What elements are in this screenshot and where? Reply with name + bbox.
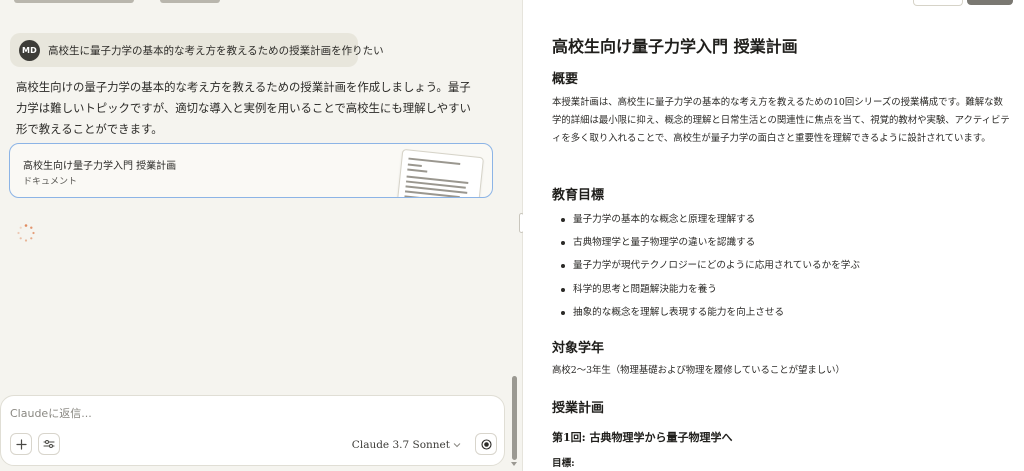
model-selector[interactable]: Claude 3.7 Sonnet — [352, 439, 461, 451]
assistant-message-text: 高校生向けの量子力学の基本的な考え方を教えるための授業計画を作成しましょう。量子… — [16, 80, 471, 136]
artifact-title: 高校生向け量子力学入門 授業計画 — [23, 161, 177, 172]
loading-spinner-icon — [17, 224, 35, 242]
chat-scrollbar[interactable] — [512, 376, 517, 460]
artifact-type-label: ドキュメント — [23, 177, 78, 187]
list-item: 量子力学が現代テクノロジーにどのように応用されているかを学ぶ — [552, 254, 860, 277]
list-item: 抽象的な概念を理解し表現する能力を向上させる — [552, 301, 860, 324]
plus-icon — [15, 438, 27, 450]
goals-list: 量子力学の基本的な概念と原理を理解する 古典物理学と量子物理学の違いを認識する … — [552, 208, 860, 324]
lesson1-goal-label: 目標: — [552, 458, 575, 469]
target-heading: 対象学年 — [552, 341, 605, 356]
user-avatar: MD — [19, 39, 40, 61]
copy-button[interactable] — [913, 0, 963, 6]
list-item: 量子力学の基本的な概念と原理を理解する — [552, 208, 860, 231]
document-title: 高校生向け量子力学入門 授業計画 — [552, 37, 798, 56]
user-message: MD 高校生に量子力学の基本的な考え方を教えるための授業計画を作りたい — [10, 33, 384, 67]
scroll-down-arrow-icon[interactable] — [511, 462, 517, 466]
message-composer: Claude 3.7 Sonnet — [0, 395, 505, 466]
scrolled-content-edge — [0, 0, 522, 6]
publish-button[interactable] — [967, 0, 1013, 5]
model-name: Claude 3.7 Sonnet — [351, 439, 450, 451]
add-attachment-button[interactable] — [10, 433, 32, 455]
list-item: 古典物理学と量子物理学の違いを認識する — [552, 231, 860, 254]
record-icon — [480, 438, 492, 450]
plan-heading: 授業計画 — [552, 401, 605, 416]
reply-input[interactable] — [10, 407, 430, 420]
sliders-icon — [43, 440, 55, 448]
overview-text: 本授業計画は、高校生に量子力学の基本的な考え方を教えるための10回シリーズの授業… — [552, 97, 1010, 144]
artifact-card[interactable]: 高校生向け量子力学入門 授業計画 ドキュメント — [9, 143, 493, 198]
chat-panel: MD 高校生に量子力学の基本的な考え方を教えるための授業計画を作りたい 高校生向… — [0, 0, 522, 471]
user-message-text: 高校生に量子力学の基本的な考え方を教えるための授業計画を作りたい — [48, 44, 384, 57]
overview-heading: 概要 — [552, 72, 579, 87]
tools-button[interactable] — [38, 433, 60, 455]
list-item: 科学的思考と問題解決能力を養う — [552, 278, 860, 301]
target-text: 高校2〜3年生（物理基礎および物理を履修していることが望ましい） — [552, 365, 845, 376]
lesson1-title: 第1回: 古典物理学から量子物理学へ — [552, 431, 733, 444]
goals-heading: 教育目標 — [552, 188, 605, 203]
voice-mode-button[interactable] — [475, 433, 497, 455]
chevron-down-icon — [453, 443, 461, 448]
artifact-document-panel: 高校生向け量子力学入門 授業計画 概要 本授業計画は、高校生に量子力学の基本的な… — [523, 0, 1024, 471]
artifact-thumbnail — [395, 148, 485, 197]
